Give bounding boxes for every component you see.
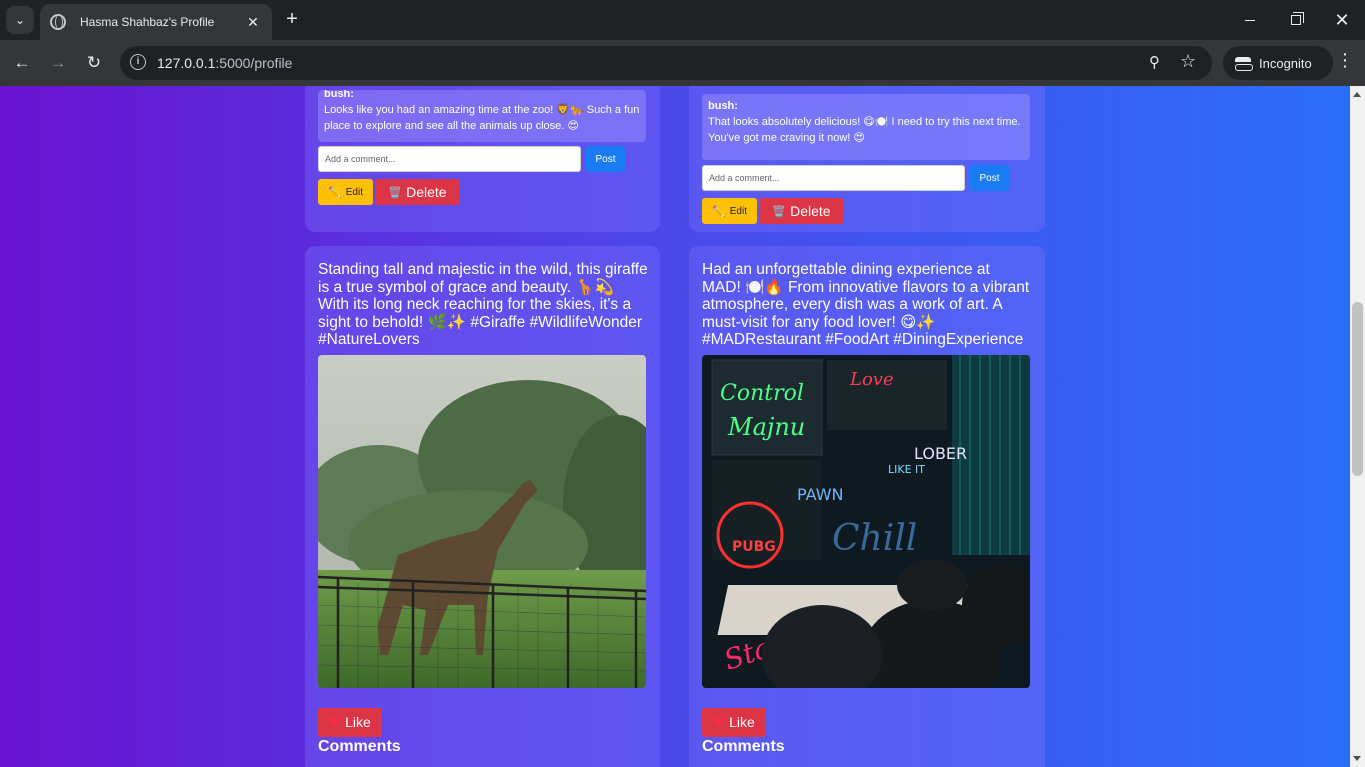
restore-icon xyxy=(1291,12,1304,25)
browser-tab-strip: ⌄ Hasma Shahbaz's Profile ✕ + ✕ xyxy=(0,0,1365,40)
neon-text-pawn: PAWN xyxy=(797,485,843,504)
address-bar[interactable]: i 127.0.0.1:5000/profile ⚲ ☆ xyxy=(120,46,1212,80)
comment-input[interactable] xyxy=(318,146,581,172)
post-card: bush: Looks like you had an amazing time… xyxy=(305,86,660,232)
bookmark-star-icon[interactable]: ☆ xyxy=(1180,51,1196,72)
comments-heading: Comments xyxy=(318,737,401,755)
url-host: 127.0.0.1 xyxy=(157,55,216,71)
url-text[interactable]: 127.0.0.1:5000/profile xyxy=(157,55,292,71)
post-card: Standing tall and majestic in the wild, … xyxy=(305,246,660,767)
site-info-icon[interactable]: i xyxy=(130,54,146,70)
browser-menu-icon[interactable]: ⋮ xyxy=(1336,50,1354,71)
like-button[interactable]: ❤ Like xyxy=(702,707,766,737)
browser-tab[interactable]: Hasma Shahbaz's Profile ✕ xyxy=(40,4,272,40)
pencil-icon: ✏️ xyxy=(712,205,726,218)
reload-button[interactable]: ↻ xyxy=(80,49,108,77)
neon-text-chill: Chill xyxy=(832,518,917,559)
comment-text: That looks absolutely delicious! 😋🍽️ I n… xyxy=(708,116,1021,144)
zoom-icon[interactable]: ⚲ xyxy=(1149,53,1160,71)
neon-text-majnu: Majnu xyxy=(727,413,805,441)
like-label: Like xyxy=(345,714,371,731)
post-comment-button[interactable]: Post xyxy=(586,146,625,172)
minimize-icon xyxy=(1245,19,1255,21)
chevron-down-icon: ⌄ xyxy=(14,13,26,27)
incognito-indicator[interactable]: Incognito xyxy=(1223,46,1333,80)
comment-author: bush: xyxy=(708,100,738,112)
neon-text-like-it: LIKE IT xyxy=(888,463,925,476)
edit-button[interactable]: ✏️ Edit xyxy=(702,198,757,224)
neon-text-control: Control xyxy=(720,381,804,406)
comment-form: Post xyxy=(318,146,647,172)
incognito-icon xyxy=(1235,57,1253,71)
like-label: Like xyxy=(729,714,755,731)
post-comment-button[interactable]: Post xyxy=(970,165,1009,191)
browser-toolbar: ← → ↻ i 127.0.0.1:5000/profile ⚲ ☆ Incog… xyxy=(0,40,1365,86)
delete-button[interactable]: 🗑️ Delete xyxy=(759,198,844,224)
close-window-button[interactable]: ✕ xyxy=(1319,0,1365,40)
comment-form: Post xyxy=(702,165,1032,191)
scroll-up-icon[interactable] xyxy=(1353,92,1361,97)
giraffe-photo xyxy=(318,354,646,688)
post-actions: ✏️ Edit 🗑️ Delete xyxy=(318,179,647,205)
like-row: ❤ Like xyxy=(702,707,1032,737)
pencil-icon: ✏️ xyxy=(328,186,342,199)
post-card: bush: That looks absolutely delicious! 😋… xyxy=(689,86,1045,232)
url-path: :5000/profile xyxy=(215,55,293,71)
close-icon: ✕ xyxy=(1334,9,1350,30)
like-row: ❤ Like xyxy=(318,707,647,737)
comment-item: bush: That looks absolutely delicious! 😋… xyxy=(702,94,1030,160)
minimize-button[interactable] xyxy=(1227,0,1273,40)
edit-label: Edit xyxy=(345,186,363,198)
trash-icon: 🗑️ xyxy=(772,205,787,218)
like-button[interactable]: ❤ Like xyxy=(318,707,382,737)
globe-icon xyxy=(50,14,66,30)
arrow-left-icon: ← xyxy=(13,53,31,72)
neon-text-pubg: PUBG xyxy=(732,539,776,555)
post-image-restaurant: Control Majnu Love PUBG LOBER Chill PAWN… xyxy=(702,354,1030,688)
neon-text-lober: LOBER xyxy=(914,444,967,463)
page-viewport: bush: Looks like you had an amazing time… xyxy=(0,86,1350,767)
comment-input[interactable] xyxy=(702,165,965,191)
forward-button[interactable]: → xyxy=(44,49,72,77)
tab-search-button[interactable]: ⌄ xyxy=(6,6,34,34)
heart-icon: ❤ xyxy=(329,714,341,730)
delete-label: Delete xyxy=(790,203,831,219)
edit-label: Edit xyxy=(729,205,747,217)
reload-icon: ↻ xyxy=(86,53,102,72)
arrow-right-icon: → xyxy=(49,53,67,72)
close-tab-icon[interactable]: ✕ xyxy=(244,14,262,31)
comment-item: bush: Looks like you had an amazing time… xyxy=(318,90,646,142)
comment-text: Looks like you had an amazing time at th… xyxy=(324,104,640,132)
heart-icon: ❤ xyxy=(713,714,725,730)
page-scrollbar[interactable] xyxy=(1350,86,1365,767)
delete-button[interactable]: 🗑️ Delete xyxy=(375,179,460,205)
scrollbar-thumb[interactable] xyxy=(1352,302,1363,476)
delete-label: Delete xyxy=(406,184,447,200)
restore-button[interactable] xyxy=(1273,0,1319,40)
incognito-label: Incognito xyxy=(1259,55,1312,71)
post-card: Had an unforgettable dining experience a… xyxy=(689,246,1045,767)
scroll-down-icon[interactable] xyxy=(1353,756,1361,761)
comments-heading: Comments xyxy=(702,737,785,755)
new-tab-button[interactable]: + xyxy=(282,8,302,32)
neon-text-love: Love xyxy=(849,369,894,390)
edit-button[interactable]: ✏️ Edit xyxy=(318,179,373,205)
neon-restaurant-photo: Control Majnu Love PUBG LOBER Chill PAWN… xyxy=(702,354,1030,688)
comment-author: bush: xyxy=(324,90,354,100)
back-button[interactable]: ← xyxy=(8,49,36,77)
post-actions: ✏️ Edit 🗑️ Delete xyxy=(702,198,1032,224)
trash-icon: 🗑️ xyxy=(388,186,403,199)
tab-title: Hasma Shahbaz's Profile xyxy=(80,15,215,29)
post-caption: Had an unforgettable dining experience a… xyxy=(702,261,1030,349)
post-image-giraffe xyxy=(318,354,646,688)
post-caption: Standing tall and majestic in the wild, … xyxy=(318,261,648,349)
